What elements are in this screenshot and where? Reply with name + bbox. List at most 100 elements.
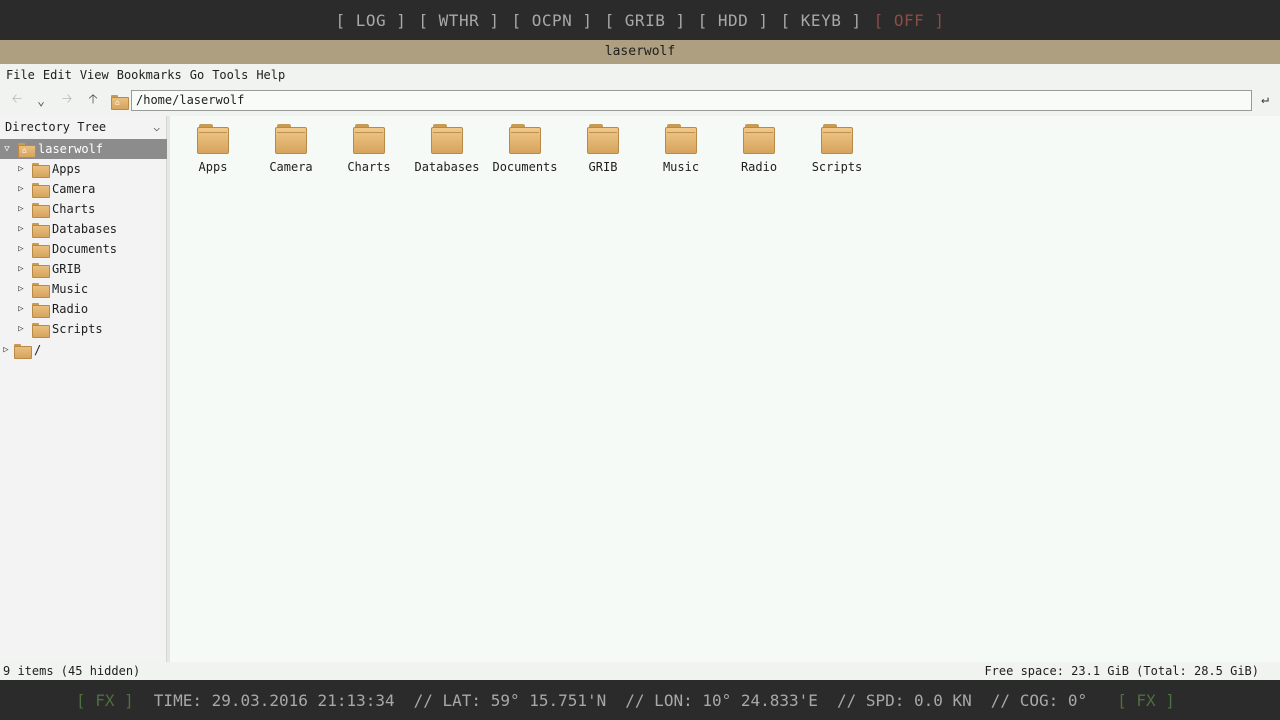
folder-icon [32,302,50,318]
go-icon[interactable]: ↵ [1256,92,1274,110]
menu-file[interactable]: File [6,68,35,82]
up-arrow-icon[interactable]: 🡡 [80,89,106,113]
fx-button-right[interactable]: [ FX ] [1117,691,1175,710]
menu-bar: File Edit View Bookmarks Go Tools Help [0,64,1280,86]
side-pane-selector[interactable]: Directory Tree ⌵ [0,116,166,138]
tree-item-label: GRIB [52,262,81,276]
item-count: 9 items (45 hidden) [3,664,141,678]
tree-item-label: Databases [52,222,118,236]
folder-label: Music [662,160,700,174]
tree-item-label: Charts [52,202,96,216]
tree-item-label: laserwolf [38,142,104,156]
folder-icon [431,124,463,154]
tree-item-music[interactable]: ▷ Music [16,279,88,299]
folder-item-radio[interactable]: Radio [720,122,798,182]
folder-label: Charts [347,160,391,174]
log-button[interactable]: [ LOG ] [335,11,406,30]
folder-label: Databases [414,160,480,174]
latitude-readout: // LAT: 59° 15.751'N [413,690,607,710]
back-arrow-icon[interactable]: 🡠 [4,89,30,113]
menu-tools[interactable]: Tools [212,68,248,82]
hdd-button[interactable]: [ HDD ] [698,11,769,30]
expand-arrow-icon[interactable]: ▷ [16,264,26,274]
folder-item-databases[interactable]: Databases [408,122,486,182]
tree-item-home[interactable]: ▽ ⌂ laserwolf [0,139,167,159]
folder-icon [275,124,307,154]
toolbar: 🡠 ⌄ 🡢 🡡 ⌂ /home/laserwolf ↵ [0,86,1280,116]
time-readout: TIME: 29.03.2016 21:13:34 [153,690,395,710]
window-title-bar[interactable]: laserwolf [0,40,1280,64]
power-off-button[interactable]: [ OFF ] [874,11,945,30]
menu-bookmarks[interactable]: Bookmarks [117,68,182,82]
folder-icon [32,242,50,258]
menu-help[interactable]: Help [256,68,285,82]
folder-icon [32,202,50,218]
expand-arrow-icon[interactable]: ▷ [16,244,26,254]
folder-label: GRIB [588,160,618,174]
tree-item-filesystem-root[interactable]: ▷ / [1,340,41,360]
speed-readout: // SPD: 0.0 KN [836,690,972,710]
tree-item-databases[interactable]: ▷ Databases [16,219,117,239]
expand-arrow-icon[interactable]: ▷ [16,284,26,294]
tree-item-label: Music [52,282,89,296]
longitude-readout: // LON: 10° 24.833'E [625,690,818,710]
tree-item-charts[interactable]: ▷ Charts [16,199,95,219]
expand-arrow-icon[interactable]: ▷ [16,224,26,234]
tree-item-apps[interactable]: ▷ Apps [16,159,81,179]
tree-item-label: Radio [52,302,89,316]
folder-item-apps[interactable]: Apps [174,122,252,182]
opencpn-button[interactable]: [ OCPN ] [511,11,592,30]
folder-icon [665,124,697,154]
folder-icon [509,124,541,154]
history-dropdown-icon[interactable]: ⌄ [28,89,54,113]
folder-item-grib[interactable]: GRIB [564,122,642,182]
file-view[interactable]: Apps Camera Charts Databases Documents G… [170,116,1280,662]
folder-item-music[interactable]: Music [642,122,720,182]
menu-view[interactable]: View [80,68,109,82]
menu-go[interactable]: Go [190,68,204,82]
folder-icon [32,322,50,338]
weather-button[interactable]: [ WTHR ] [418,11,499,30]
expand-arrow-icon[interactable]: ▷ [16,204,26,214]
folder-label: Apps [198,160,228,174]
folder-icon [587,124,619,154]
folder-label: Scripts [811,160,863,174]
keyboard-button[interactable]: [ KEYB ] [781,11,862,30]
grib-button[interactable]: [ GRIB ] [605,11,686,30]
collapse-arrow-icon[interactable]: ▽ [2,144,12,154]
tree-item-grib[interactable]: ▷ GRIB [16,259,81,279]
free-space: Free space: 23.1 GiB (Total: 28.5 GiB) [984,664,1259,678]
home-icon[interactable]: ⌂ [106,89,132,113]
folder-icon [32,282,50,298]
tree-item-camera[interactable]: ▷ Camera [16,179,95,199]
folder-icon [197,124,229,154]
folder-icon [743,124,775,154]
forward-arrow-icon[interactable]: 🡢 [54,89,80,113]
expand-arrow-icon[interactable]: ▷ [1,345,11,355]
fx-button-left[interactable]: [ FX ] [76,691,134,710]
tree-item-label: Camera [52,182,96,196]
folder-label: Radio [740,160,778,174]
tree-item-scripts[interactable]: ▷ Scripts [16,319,103,339]
expand-arrow-icon[interactable]: ▷ [16,184,26,194]
top-panel: [ LOG ] [ WTHR ] [ OCPN ] [ GRIB ] [ HDD… [0,0,1280,40]
expand-arrow-icon[interactable]: ▷ [16,164,26,174]
menu-edit[interactable]: Edit [43,68,72,82]
folder-item-camera[interactable]: Camera [252,122,330,182]
nav-data-panel: [ FX ] TIME: 29.03.2016 21:13:34 // LAT:… [0,680,1280,720]
location-field[interactable]: /home/laserwolf [131,90,1252,111]
folder-label: Camera [269,160,313,174]
folder-icon [14,343,32,359]
expand-arrow-icon[interactable]: ▷ [16,304,26,314]
folder-item-scripts[interactable]: Scripts [798,122,876,182]
tree-item-radio[interactable]: ▷ Radio [16,299,88,319]
folder-icon [32,262,50,278]
chevron-down-icon[interactable]: ⌵ [153,121,160,134]
side-pane: Directory Tree ⌵ ▽ ⌂ laserwolf ▷ Apps ▷ … [0,116,167,662]
folder-icon [821,124,853,154]
side-pane-title: Directory Tree [5,120,107,134]
folder-item-documents[interactable]: Documents [486,122,564,182]
expand-arrow-icon[interactable]: ▷ [16,324,26,334]
tree-item-documents[interactable]: ▷ Documents [16,239,117,259]
folder-item-charts[interactable]: Charts [330,122,408,182]
